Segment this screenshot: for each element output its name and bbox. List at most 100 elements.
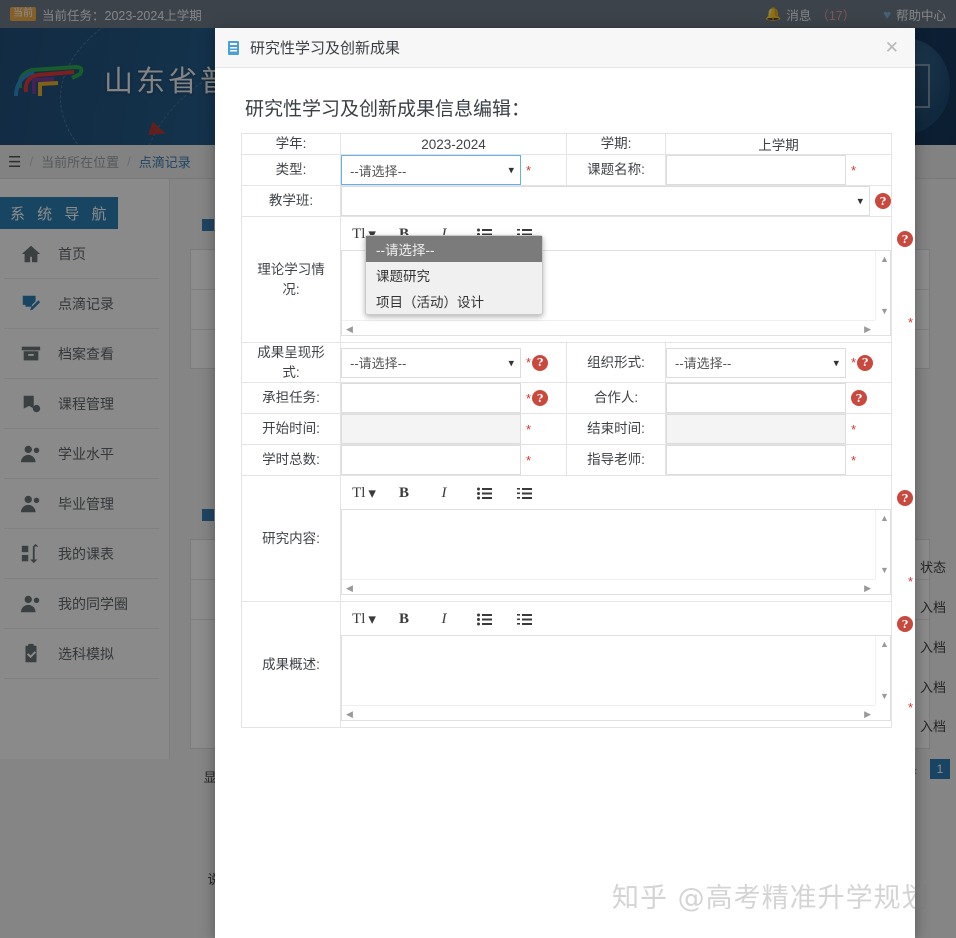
research-result-modal: 研究性学习及创新成果 ✕ 研究性学习及创新成果信息编辑： 学年: 2023-20… (215, 28, 915, 938)
cooperator-cell: ? (666, 383, 892, 414)
teaching-class-select-wrap: ▾ (341, 186, 870, 216)
teaching-class-help-icon[interactable]: ? (875, 193, 891, 209)
org-form-cell: ▾ * ? (666, 343, 892, 383)
editor-vertical-scrollbar[interactable]: ▲ ▼ (875, 510, 890, 579)
editor-scrollbar-corner (875, 320, 890, 335)
modal-body: 研究性学习及创新成果信息编辑： 学年: 2023-2024 学期: 上学期 类型… (215, 68, 915, 938)
editor-horizontal-scrollbar[interactable]: ◀ ▶ (342, 579, 875, 594)
table-row: 开始时间: * 结束时间: * (242, 414, 892, 445)
total-hours-input[interactable] (341, 445, 521, 475)
undertake-task-input[interactable] (341, 383, 521, 413)
total-hours-required-mark: * (526, 453, 531, 468)
research-content-label: 研究内容: (242, 476, 341, 602)
editor-toolbar: Tl▾ B I (341, 480, 891, 506)
research-form-table: 学年: 2023-2024 学期: 上学期 类型: ▾ * 课 (241, 133, 892, 728)
cooperator-help-icon[interactable]: ? (851, 390, 867, 406)
dropdown-option[interactable]: 课题研究 (366, 262, 542, 288)
advisor-required-mark: * (851, 453, 856, 468)
undertake-task-help-icon[interactable]: ? (532, 390, 548, 406)
scroll-down-icon[interactable]: ▼ (880, 692, 889, 701)
result-form-select[interactable] (341, 348, 521, 378)
editor-scrollbar-corner (875, 705, 890, 720)
scroll-up-icon[interactable]: ▲ (880, 255, 889, 264)
start-time-label: 开始时间: (242, 414, 341, 445)
text-style-dropdown[interactable]: Tl▾ (349, 481, 379, 505)
teaching-class-label: 教学班: (242, 186, 341, 217)
modal-header: 研究性学习及创新成果 ✕ (215, 28, 915, 68)
total-hours-label: 学时总数: (242, 445, 341, 476)
table-row: 学时总数: * 指导老师: * (242, 445, 892, 476)
document-icon (227, 40, 242, 56)
modal-scrollbar[interactable] (903, 108, 913, 938)
editor-scrollbar-corner (875, 579, 890, 594)
result-form-required-mark: * (526, 355, 531, 370)
cooperator-input[interactable] (666, 383, 846, 413)
bullet-list-icon[interactable] (469, 607, 499, 631)
bold-button[interactable]: B (389, 481, 419, 505)
text-style-dropdown[interactable]: Tl▾ (349, 607, 379, 631)
result-summary-editor: Tl▾ B I ▲ (341, 602, 891, 727)
org-form-label: 组织形式: (567, 343, 666, 383)
scroll-up-icon[interactable]: ▲ (880, 640, 889, 649)
scroll-down-icon[interactable]: ▼ (880, 307, 889, 316)
start-time-required-mark: * (526, 422, 531, 437)
table-row: 成果呈现形 式: ▾ * ? 组织形式: (242, 343, 892, 383)
end-time-cell: * (666, 414, 892, 445)
scroll-right-icon[interactable]: ▶ (864, 710, 871, 719)
type-cell: ▾ * (341, 155, 567, 186)
italic-button[interactable]: I (429, 481, 459, 505)
teaching-class-select[interactable] (341, 186, 870, 216)
table-row: 研究内容: Tl▾ B I (242, 476, 892, 602)
scroll-right-icon[interactable]: ▶ (864, 325, 871, 334)
end-time-required-mark: * (851, 422, 856, 437)
school-year-label: 学年: (242, 134, 341, 155)
scroll-left-icon[interactable]: ◀ (346, 710, 353, 719)
table-row: 教学班: ▾ ? (242, 186, 892, 217)
result-summary-textarea[interactable]: ▲ ▼ ◀ ▶ (341, 635, 891, 721)
research-content-cell: Tl▾ B I ▲ (341, 476, 892, 602)
org-form-help-icon[interactable]: ? (857, 355, 873, 371)
close-icon[interactable]: ✕ (881, 38, 903, 58)
school-year-value: 2023-2024 (341, 134, 567, 155)
org-form-required-mark: * (851, 355, 856, 370)
numbered-list-icon[interactable] (509, 607, 539, 631)
undertake-task-required-mark: * (526, 391, 531, 406)
term-label: 学期: (567, 134, 666, 155)
theory-study-label: 理论学习情 况: (242, 217, 341, 343)
form-title: 研究性学习及创新成果信息编辑： (241, 94, 901, 121)
topic-name-required-mark: * (851, 163, 856, 178)
org-form-select-wrap: ▾ (666, 348, 846, 378)
dropdown-option[interactable]: 项目（活动）设计 (366, 288, 542, 314)
scroll-up-icon[interactable]: ▲ (880, 514, 889, 523)
bullet-list-icon[interactable] (469, 481, 499, 505)
editor-vertical-scrollbar[interactable]: ▲ ▼ (875, 251, 890, 320)
start-time-input[interactable] (341, 414, 521, 444)
scroll-down-icon[interactable]: ▼ (880, 566, 889, 575)
table-row: 理论学习情 况: Tl▾ B I (242, 217, 892, 343)
italic-button[interactable]: I (429, 607, 459, 631)
result-form-select-wrap: ▾ (341, 348, 521, 378)
topic-name-input[interactable] (666, 155, 846, 185)
end-time-input[interactable] (666, 414, 846, 444)
advisor-input[interactable] (666, 445, 846, 475)
dropdown-option[interactable]: --请选择-- (366, 236, 542, 262)
scroll-left-icon[interactable]: ◀ (346, 325, 353, 334)
research-content-textarea[interactable]: ▲ ▼ ◀ ▶ (341, 509, 891, 595)
result-form-help-icon[interactable]: ? (532, 355, 548, 371)
advisor-label: 指导老师: (567, 445, 666, 476)
scroll-left-icon[interactable]: ◀ (346, 584, 353, 593)
org-form-select[interactable] (666, 348, 846, 378)
result-summary-cell: Tl▾ B I ▲ (341, 602, 892, 728)
editor-vertical-scrollbar[interactable]: ▲ ▼ (875, 636, 890, 705)
type-select[interactable] (341, 155, 521, 185)
modal-title: 研究性学习及创新成果 (250, 37, 400, 58)
type-dropdown-list[interactable]: --请选择-- 课题研究 项目（活动）设计 (365, 235, 543, 315)
editor-horizontal-scrollbar[interactable]: ◀ ▶ (342, 320, 875, 335)
result-form-label: 成果呈现形 式: (242, 343, 341, 383)
advisor-cell: * (666, 445, 892, 476)
scroll-right-icon[interactable]: ▶ (864, 584, 871, 593)
numbered-list-icon[interactable] (509, 481, 539, 505)
table-row: 承担任务: * ? 合作人: ? (242, 383, 892, 414)
editor-horizontal-scrollbar[interactable]: ◀ ▶ (342, 705, 875, 720)
bold-button[interactable]: B (389, 607, 419, 631)
